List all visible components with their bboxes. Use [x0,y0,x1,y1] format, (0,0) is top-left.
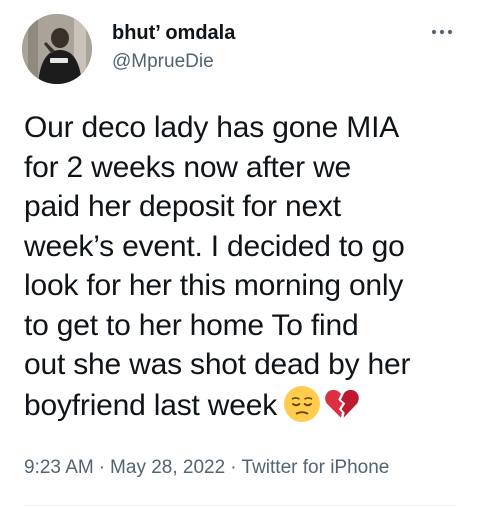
tweet-text-line: to get to her home To find [24,308,359,342]
broken-heart-icon [325,389,359,418]
tweet-text-line-last: boyfriend last week [24,385,470,426]
tweet-source[interactable]: Twitter for iPhone [242,457,390,478]
tweet-text-line: paid her deposit for next [24,190,341,223]
tweet-text: Our deco lady has gone MIA for 2 weeks n… [24,108,470,425]
tweet-card: bhut’ omdala @MprueDie Our deco lady has… [0,0,480,507]
meta-separator: · [98,457,106,478]
more-horizontal-icon [431,29,453,35]
tweet-meta: 9:23 AM · May 28, 2022 · Twitter for iPhone [24,456,389,480]
tweet-text-line: out she was shot dead by her [24,348,411,381]
avatar-photo-icon [22,14,92,84]
divider [24,505,456,506]
tweet-text-line: boyfriend last week [24,388,278,422]
author-handle[interactable]: @MprueDie [112,49,235,75]
author-names: bhut’ omdala @MprueDie [112,20,235,75]
meta-separator: · [230,457,237,478]
pensive-face-icon [284,385,320,422]
tweet-text-line: look for her this morning only [24,269,404,302]
tweet-time[interactable]: 9:23 AM [24,457,94,478]
tweet-text-line: for 2 weeks now after we [24,150,352,184]
tweet-header: bhut’ omdala @MprueDie [22,14,458,86]
more-options-button[interactable] [430,22,454,42]
tweet-text-line: week’s event. I decided to go [24,229,405,263]
avatar[interactable] [22,14,92,84]
tweet-text-line: Our deco lady has gone MIA [24,111,400,144]
tweet-date[interactable]: May 28, 2022 [110,457,225,478]
author-display-name[interactable]: bhut’ omdala [112,20,235,46]
